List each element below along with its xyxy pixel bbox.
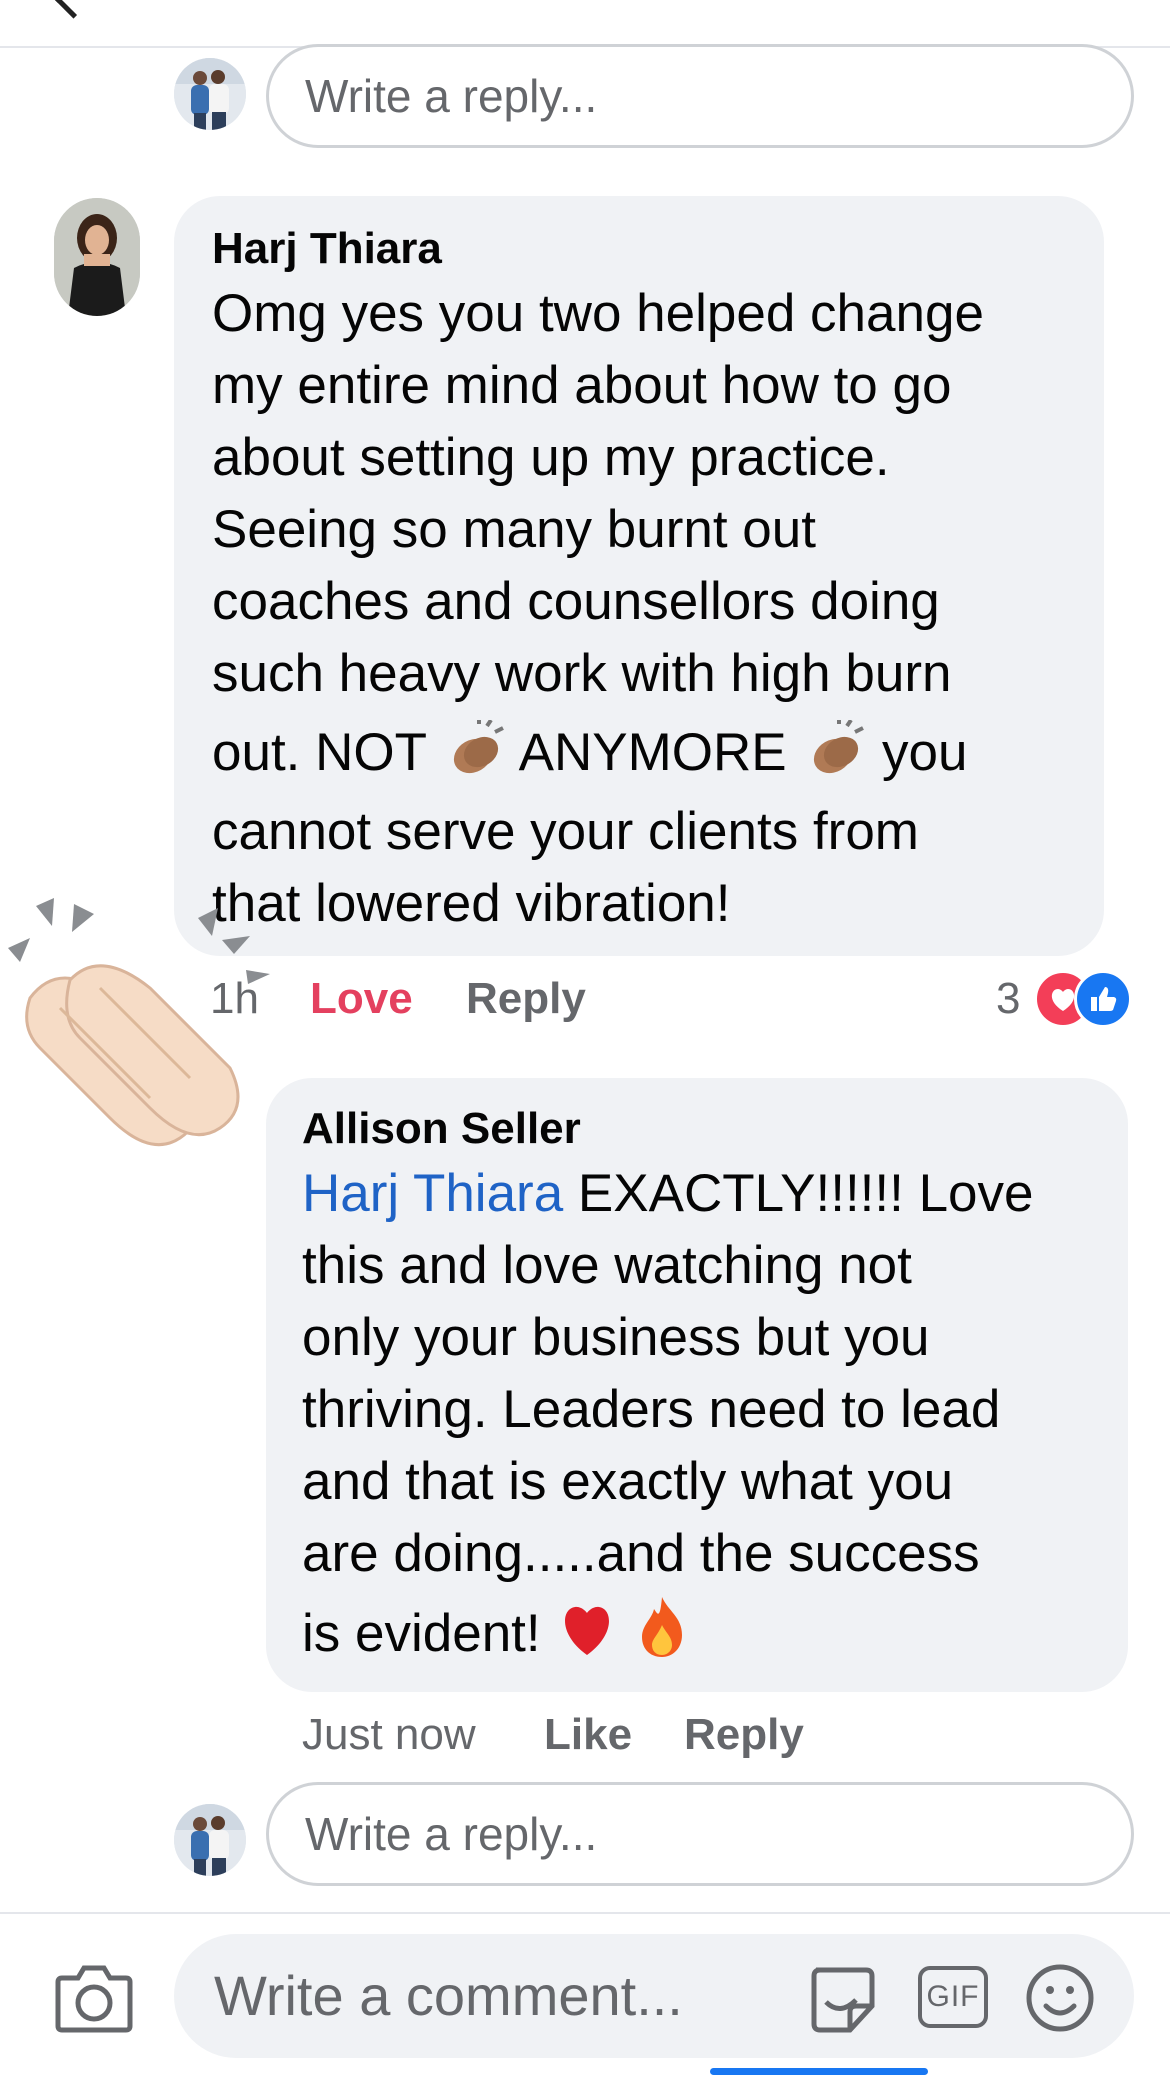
comment-line: coaches and counsellors doing [212,572,940,631]
fire-emoji-icon [634,1595,690,1659]
comment-line: cannot serve your clients from [212,802,919,861]
camera-icon[interactable] [54,1960,134,2034]
reaction-count: 3 [996,974,1021,1023]
reply-line: thriving. Leaders need to lead [302,1380,1001,1439]
reply-line: Harj Thiara EXACTLY!!!!!! Love [302,1158,1034,1230]
comment-line-part: you [882,723,968,782]
comment-line: such heavy work with high burn [212,644,952,703]
comment-line: about setting up my practice. [212,428,890,487]
comment-line-part: out. NOT [212,723,427,782]
clapping-hands-emoji-icon [441,718,507,780]
comment-line: Seeing so many burnt out [212,500,816,559]
harj-avatar[interactable] [54,198,140,316]
comment-line: my entire mind about how to go [212,356,952,415]
reply-button[interactable]: Reply [684,1710,804,1760]
current-user-avatar [174,58,246,130]
mention-link[interactable]: Harj Thiara [302,1164,563,1223]
comment-bubble: Harj Thiara Omg yes you two helped chang… [174,196,1104,956]
clapping-hands-icon [0,888,280,1188]
reply-button[interactable]: Reply [466,974,586,1024]
reply-timestamp: Just now [302,1710,476,1759]
comment-line: out. NOT ANYMORE you [212,710,984,796]
clapping-hands-emoji-icon [801,718,867,780]
sticker-icon[interactable] [806,1962,880,2036]
like-icon [1074,970,1132,1028]
write-reply-input[interactable]: Write a reply... [266,1782,1134,1886]
reply-text: Harj Thiara EXACTLY!!!!!! Love this and … [302,1158,1034,1678]
reply-line: this and love watching not [302,1236,912,1295]
love-reaction-button[interactable]: Love [310,974,413,1024]
reply-placeholder: Write a reply... [305,70,598,122]
reply-line: and that is exactly what you [302,1452,954,1511]
gif-icon[interactable]: GIF [918,1966,988,2028]
comment-line: that lowered vibration! [212,874,731,933]
comment-placeholder: Write a comment... [214,1964,683,2027]
back-arrow-icon[interactable] [54,0,93,19]
reply-author[interactable]: Allison Seller [302,1104,581,1154]
reply-line-part: EXACTLY!!!!!! Love [563,1164,1034,1223]
comment-line-part: ANYMORE [518,723,787,782]
comment-author[interactable]: Harj Thiara [212,224,442,274]
reply-bubble: Allison Seller Harj Thiara EXACTLY!!!!!!… [266,1078,1128,1692]
reply-line-part: is evident! [302,1604,541,1663]
reply-line: are doing.....and the success [302,1524,980,1583]
red-heart-emoji-icon [555,1598,619,1658]
reply-placeholder: Write a reply... [305,1808,598,1860]
like-button[interactable]: Like [544,1710,632,1760]
comment-text: Omg yes you two helped change my entire … [212,278,984,940]
comment-line: Omg yes you two helped change [212,284,984,343]
reply-line: is evident! [302,1590,1034,1678]
current-user-avatar [174,1804,246,1876]
emoji-icon[interactable] [1024,1962,1096,2034]
top-bar [0,0,1170,48]
reply-line: only your business but you [302,1308,930,1367]
home-indicator [710,2068,928,2075]
write-reply-input[interactable]: Write a reply... [266,44,1134,148]
write-comment-input[interactable]: Write a comment... GIF [174,1934,1134,2058]
